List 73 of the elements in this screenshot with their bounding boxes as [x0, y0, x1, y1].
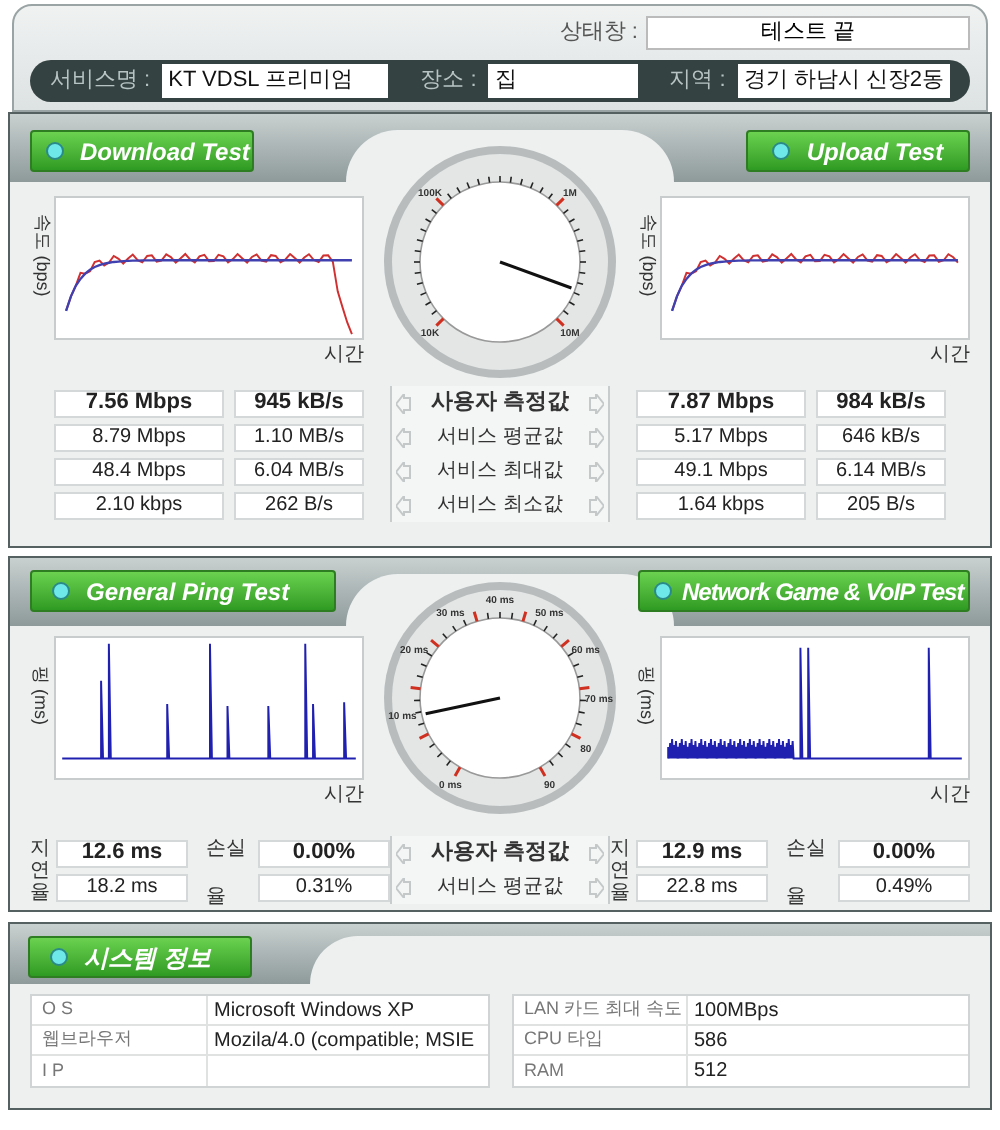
value-cell: 5.17 Mbps	[636, 423, 806, 451]
x-axis-label: 시간	[930, 784, 970, 808]
value-cell: 8.79 Mbps	[54, 423, 224, 451]
value-cell: 646 kB/s	[816, 423, 946, 451]
value-cell: 6.04 MB/s	[234, 457, 364, 485]
value-cell: 12.9 ms	[636, 839, 768, 867]
value-cell: 6.14 MB/s	[816, 457, 946, 485]
value-cell: 0.31%	[258, 873, 390, 901]
table-label: 웹브라우저	[32, 1026, 208, 1054]
value-cell: 49.1 Mbps	[636, 457, 806, 485]
vertical-label: 지연율	[30, 837, 50, 903]
y-axis-label: 속도 (bps)	[635, 215, 660, 297]
vertical-label: 지연율	[610, 837, 630, 903]
test-button[interactable]: General Ping Test	[30, 570, 336, 612]
status-light-icon	[772, 142, 791, 160]
value-cell: 205 B/s	[816, 491, 946, 519]
table-value: 512	[692, 1058, 730, 1086]
status-label: 상태창 :	[559, 17, 638, 48]
table-label: I P	[32, 1056, 208, 1086]
info-label: 지역 :	[669, 66, 726, 97]
test-button[interactable]: 시스템 정보	[28, 936, 252, 978]
value-cell: 0.49%	[838, 873, 970, 901]
value-cell: 18.2 ms	[56, 873, 188, 901]
table-label: RAM	[514, 1056, 688, 1086]
test-button[interactable]: Upload Test	[746, 130, 970, 172]
value-cell: 22.8 ms	[636, 873, 768, 901]
row-label: 사용자 측정값	[430, 838, 570, 869]
row-label: 서비스 최대값	[437, 458, 563, 486]
status-light-icon	[46, 142, 64, 160]
x-axis-label: 시간	[324, 784, 364, 808]
vertical-label: 손실율	[206, 838, 246, 908]
value-cell: 1.64 kbps	[636, 491, 806, 519]
value-cell: 0.00%	[838, 839, 970, 867]
info-field: 경기 하남시 신장2동	[737, 64, 950, 98]
info-field: 집	[488, 64, 638, 98]
test-button[interactable]: Network Game & VoIP Test	[638, 570, 970, 612]
status-light-icon	[52, 582, 70, 600]
table-value: 100MBps	[692, 997, 781, 1024]
value-cell: 7.87 Mbps	[636, 389, 806, 417]
value-cell: 12.6 ms	[56, 839, 188, 867]
info-label: 서비스명 :	[50, 66, 151, 97]
y-axis-label: 핑 (ms)	[635, 666, 660, 726]
table-label: CPU 타입	[514, 1026, 688, 1054]
value-cell: 984 kB/s	[816, 389, 946, 417]
row-label: 서비스 평균값	[437, 874, 563, 902]
row-label: 사용자 측정값	[430, 388, 570, 419]
row-label: 서비스 최소값	[437, 492, 563, 520]
y-axis-label: 속도 (bps)	[29, 215, 54, 297]
table-label: O S	[32, 996, 208, 1024]
value-cell: 1.10 MB/s	[234, 423, 364, 451]
table-value: Mozila/4.0 (compatible; MSIE	[212, 1027, 477, 1054]
value-cell: 262 B/s	[234, 491, 364, 519]
status-light-icon	[50, 948, 68, 966]
x-axis-label: 시간	[930, 344, 970, 368]
table-value: 586	[692, 1027, 730, 1054]
gauge-needle	[425, 696, 501, 716]
value-cell: 0.00%	[258, 839, 390, 867]
status-light-icon	[654, 582, 672, 600]
table-label: LAN 카드 최대 속도	[514, 996, 688, 1024]
table-value: Microsoft Windows XP	[212, 997, 417, 1024]
value-cell: 48.4 Mbps	[54, 457, 224, 485]
info-field: KT VDSL 프리미엄	[162, 64, 389, 98]
value-cell: 2.10 kbps	[54, 491, 224, 519]
value-cell: 945 kB/s	[234, 389, 364, 417]
x-axis-label: 시간	[324, 344, 364, 368]
test-button[interactable]: Download Test	[30, 130, 254, 172]
info-label: 장소 :	[420, 66, 477, 97]
vertical-label: 손실율	[786, 838, 826, 908]
y-axis-label: 핑 (ms)	[29, 666, 54, 726]
row-label: 서비스 평균값	[437, 424, 563, 452]
status-field: 테스트 끝	[646, 15, 970, 49]
gauge-needle	[499, 260, 572, 290]
value-cell: 7.56 Mbps	[54, 389, 224, 417]
